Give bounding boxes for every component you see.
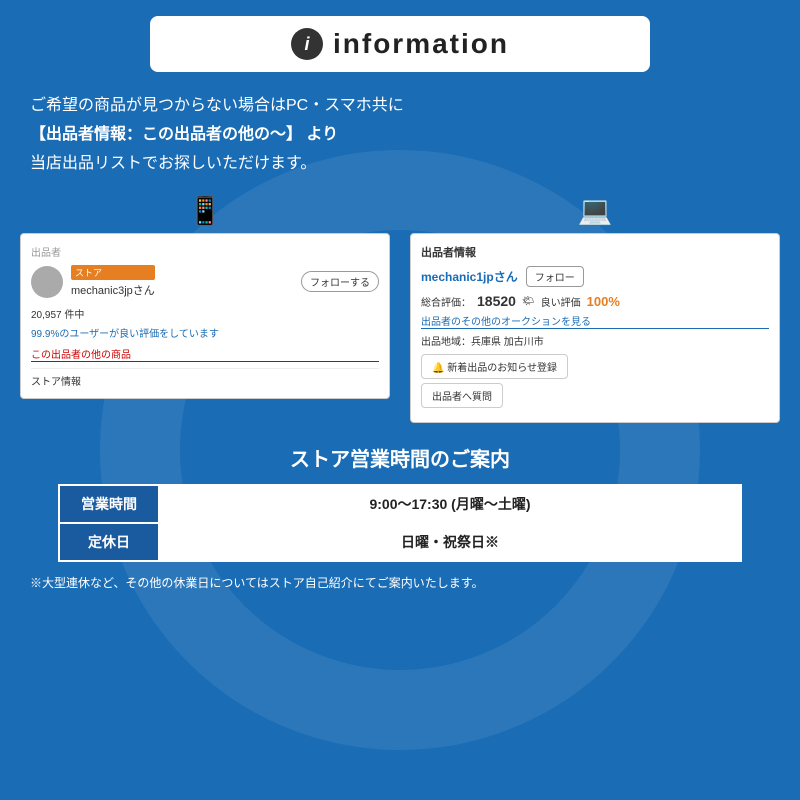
hours-label-0: 営業時間	[59, 485, 159, 523]
info-icon: i	[291, 28, 323, 60]
pc-rating-label: 総合評価：	[421, 294, 471, 309]
screenshots-row: 📱 出品者 ストア mechanic3jpさん フォローする 20,957 件中…	[20, 194, 780, 423]
store-hours-section: ストア営業時間のご案内 営業時間 9:00〜17:30 (月曜〜土曜) 定休日 …	[20, 443, 780, 591]
mobile-mock-screen: 出品者 ストア mechanic3jpさん フォローする 20,957 件中 9…	[20, 233, 390, 399]
mobile-user-info: ストア mechanic3jpさん	[71, 265, 155, 298]
store-footnote: ※大型連休など、その他の休業日についてはストア自己紹介にてご案内いたします。	[20, 574, 780, 591]
mobile-icon: 📱	[188, 194, 223, 227]
pc-notify-btn[interactable]: 🔔 新着出品のお知らせ登録	[421, 354, 568, 379]
pc-good-label: 良い評価	[541, 294, 581, 309]
mobile-stats: 20,957 件中	[31, 306, 379, 321]
pc-username: mechanic1jpさん	[421, 268, 518, 285]
hours-value-0: 9:00〜17:30 (月曜〜土曜)	[159, 485, 741, 523]
desc-line3: 当店出品リストでお探しいただけます。	[30, 150, 770, 179]
store-hours-title: ストア営業時間のご案内	[290, 443, 510, 472]
hours-table: 営業時間 9:00〜17:30 (月曜〜土曜) 定休日 日曜・祝祭日※	[58, 484, 742, 562]
pc-question-btn[interactable]: 出品者へ質問	[421, 383, 503, 408]
pc-location: 出品地域：兵庫県 加古川市	[421, 333, 769, 348]
mobile-section-label: 出品者	[31, 244, 379, 259]
pc-sun-icon: 🌤	[522, 296, 535, 307]
description-text: ご希望の商品が見つからない場合はPC・スマホ共に 【出品者情報：この出品者の他の…	[20, 92, 780, 178]
pc-good-pct: 100%	[587, 294, 620, 309]
pc-icon: 💻	[578, 194, 613, 227]
hours-label-1: 定休日	[59, 523, 159, 561]
pc-name-row: mechanic1jpさん フォロー	[421, 266, 769, 287]
info-header-box: i information	[150, 16, 650, 72]
mobile-link[interactable]: この出品者の他の商品	[31, 346, 379, 362]
desc-line2: 【出品者情報：この出品者の他の〜】 より	[30, 121, 770, 150]
mobile-user-row: ストア mechanic3jpさん フォローする	[31, 265, 379, 298]
mobile-screenshot-container: 📱 出品者 ストア mechanic3jpさん フォローする 20,957 件中…	[20, 194, 390, 423]
hours-row-0: 営業時間 9:00〜17:30 (月曜〜土曜)	[59, 485, 741, 523]
main-content: i information ご希望の商品が見つからない場合はPC・スマホ共に 【…	[0, 0, 800, 607]
pc-section-label: 出品者情報	[421, 244, 769, 260]
mobile-store-info: ストア情報	[31, 373, 379, 388]
mobile-good-rate: 99.9%のユーザーが良い評価をしています	[31, 325, 379, 340]
hours-value-1: 日曜・祝祭日※	[159, 523, 741, 561]
pc-rating-num: 18520	[477, 293, 516, 309]
mobile-username: mechanic3jpさん	[71, 282, 155, 298]
pc-rating-row: 総合評価： 18520 🌤 良い評価 100%	[421, 293, 769, 309]
pc-auction-link[interactable]: 出品者のその他のオークションを見る	[421, 313, 769, 329]
info-title: information	[333, 28, 509, 60]
pc-mock-screen: 出品者情報 mechanic1jpさん フォロー 総合評価： 18520 🌤 良…	[410, 233, 780, 423]
mobile-avatar	[31, 266, 63, 298]
pc-screenshot-container: 💻 出品者情報 mechanic1jpさん フォロー 総合評価： 18520 🌤…	[410, 194, 780, 423]
mobile-divider	[31, 368, 379, 369]
mobile-store-badge: ストア	[71, 265, 155, 280]
mobile-follow-btn[interactable]: フォローする	[301, 271, 379, 292]
pc-follow-btn[interactable]: フォロー	[526, 266, 584, 287]
desc-line1: ご希望の商品が見つからない場合はPC・スマホ共に	[30, 92, 770, 121]
hours-row-1: 定休日 日曜・祝祭日※	[59, 523, 741, 561]
